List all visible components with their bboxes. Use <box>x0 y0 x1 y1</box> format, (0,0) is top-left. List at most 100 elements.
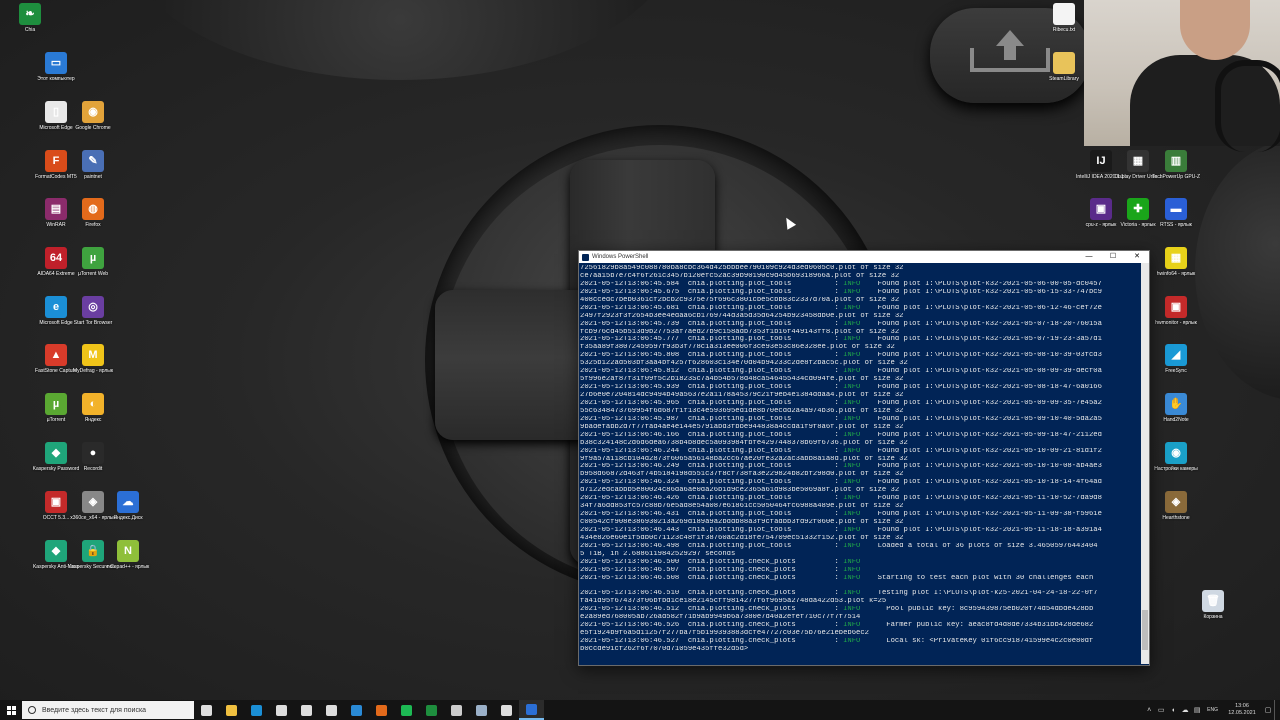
console-line: 55c6348473769954f6d687f1f13c4e593695ed1d… <box>580 408 1140 416</box>
taskbar-app-firefox[interactable] <box>369 700 394 720</box>
app-icon: ▲ <box>45 344 67 366</box>
console-line-message: Starting to test each plot with 30 chall… <box>860 574 1094 582</box>
desktop-icon[interactable]: Ribecu.txt <box>1039 3 1089 33</box>
desktop-icon[interactable]: M MyDefrag - ярлык <box>68 344 118 374</box>
desktop-icon[interactable]: SteamLibrary <box>1039 52 1089 82</box>
desktop-icon[interactable]: ▬ RTSS - ярлык <box>1151 198 1201 228</box>
taskbar-app-spotify[interactable] <box>394 700 419 720</box>
desktop-icon[interactable]: ◍ Firefox <box>68 198 118 228</box>
console-line-text: 434e826e60e1f5db0c71123c48f1f38760ac2d18… <box>580 534 904 542</box>
taskbar-app-edge[interactable] <box>244 700 269 720</box>
console-line: 2021-05-12T13:06:45.584 chia.plotting.pl… <box>580 281 1140 289</box>
desktop-icon[interactable]: ◉ Google Chrome <box>68 101 118 131</box>
taskbar-app-powershell[interactable] <box>519 700 544 720</box>
desktop-icon-label: Hearthstone <box>1162 515 1190 521</box>
chevron-up-icon[interactable]: ˄ <box>1143 707 1155 714</box>
log-level-label: INFO <box>843 415 861 423</box>
desktop-icon[interactable]: ❧ Chia <box>5 3 55 33</box>
console-line-text: e5f1924b9f6a5d11257f277ba7f5b199393883dc… <box>580 630 869 638</box>
taskbar-app-settings[interactable] <box>494 700 519 720</box>
network-icon[interactable]: ▭ <box>1155 706 1167 714</box>
taskbar-app-task-view[interactable] <box>194 700 219 720</box>
desktop-icon[interactable]: ✋ Hand2Note <box>1151 393 1201 423</box>
console-line: 2021-05-12T13:06:45.681 chia.plotting.pl… <box>580 305 1140 313</box>
desktop-icon[interactable]: ◉ Настройки камеры <box>1151 442 1201 472</box>
close-button[interactable]: ✕ <box>1125 251 1149 263</box>
volume-icon[interactable]: ◖ <box>1167 707 1179 714</box>
notification-icon[interactable]: ▤ <box>1191 706 1203 714</box>
taskbar-app-snipping[interactable] <box>319 700 344 720</box>
console-line-text: 9badefabb2d7f77fad4ae4e144e5791abd3fbbe9… <box>580 423 904 431</box>
taskbar-app-file-explorer[interactable] <box>219 700 244 720</box>
taskbar-search[interactable]: Введите здесь текст для поиска <box>22 701 194 719</box>
console-line-text: 2021-05-12T13:06:46.443 chia.plotting.pl… <box>580 526 844 534</box>
app-icon: ◉ <box>1165 442 1187 464</box>
app-icon: ◈ <box>1165 491 1187 513</box>
desktop-icon[interactable]: Nnotepad++ - ярлык <box>103 540 153 570</box>
webcam-headset <box>1215 60 1280 152</box>
start-button[interactable] <box>0 700 22 720</box>
desktop-icon-label: Hand2Note <box>1163 417 1189 423</box>
desktop-icon[interactable]: µ µTorrent Web <box>68 247 118 277</box>
console-output[interactable]: 72561829b8a549c088780ba8cbc364d425bbbee7… <box>579 263 1149 664</box>
console-line-text: c08542cf908e386930213a269d189a9a2bddb88a… <box>580 519 904 526</box>
maximize-button[interactable]: ☐ <box>1101 251 1125 263</box>
console-line-text: 2021-05-12T13:06:46.431 chia.plotting.pl… <box>580 511 844 519</box>
onedrive-icon[interactable]: ☁ <box>1179 706 1191 714</box>
store-icon <box>276 704 287 716</box>
desktop-icon[interactable]: 🗑 Корзина <box>1188 590 1238 620</box>
desktop-icon[interactable]: ▭ Этот компьютер <box>31 52 81 82</box>
app-blue-icon <box>351 704 362 716</box>
console-line-message: Found plot I:\PLOTS\plot-k32-2021-05-11-… <box>860 511 1102 519</box>
console-line: c08542cf908e386930213a269d189a9a2bddb88a… <box>580 519 1140 527</box>
taskbar-app-steam[interactable] <box>469 700 494 720</box>
minimize-button[interactable]: — <box>1077 251 1101 263</box>
desktop-icon[interactable]: ▥ TechPowerUp GPU-Z <box>1151 150 1201 180</box>
app-icon: µ <box>82 247 104 269</box>
console-line-message: Found plot I:\PLOTS\plot-k32-2021-05-06-… <box>860 280 1102 288</box>
taskbar-app-chia[interactable] <box>419 700 444 720</box>
log-level-label: INFO <box>843 479 861 487</box>
powershell-titlebar[interactable]: Windows PowerShell — ☐ ✕ <box>579 251 1149 263</box>
taskbar-app-mail[interactable] <box>294 700 319 720</box>
desktop-icon-label: paintnet <box>84 174 102 180</box>
desktop-icon[interactable]: ☁ Яндекс.Диск <box>103 491 153 521</box>
app-icon: ▬ <box>1165 198 1187 220</box>
console-line: 2021-05-12T13:06:45.739 chia.plotting.pl… <box>580 321 1140 329</box>
show-desktop-button[interactable] <box>1274 700 1280 720</box>
log-level-label: INFO <box>843 352 861 360</box>
console-line-message: Found plot I:\PLOTS\plot-k32-2021-05-08-… <box>860 384 1102 392</box>
language-indicator[interactable]: ENG <box>1207 707 1218 713</box>
console-line-text: 72561829b8a549c088780ba8cbc364d425bbbee7… <box>580 265 904 272</box>
console-line-text: 2021-05-12T13:06:45.808 chia.plotting.pl… <box>580 352 844 360</box>
taskbar-app-app-blue[interactable] <box>344 700 369 720</box>
console-lines: 72561829b8a549c088780ba8cbc364d425bbbee7… <box>580 265 1140 654</box>
desktop-icon[interactable]: ◎ Start Tor Browser <box>68 296 118 326</box>
console-line: 2021-05-12T13:06:46.166 chia.plotting.pl… <box>580 432 1140 440</box>
scrollbar-thumb[interactable] <box>1142 610 1148 650</box>
console-line: b38c324148c2d6d6dea6738b4b8dec5a093984fb… <box>580 440 1140 448</box>
powershell-window[interactable]: Windows PowerShell — ☐ ✕ 72561829b8a549c… <box>578 250 1150 666</box>
console-line-message: Found plot I:\PLOTS\plot-k32-2021-05-06-… <box>860 304 1102 312</box>
desktop-icon[interactable]: ◐ Яндекс <box>68 393 118 423</box>
console-line: 2021-05-12T13:06:45.808 chia.plotting.pl… <box>580 352 1140 360</box>
desktop-icon[interactable]: ✎ paintnet <box>68 150 118 180</box>
action-center-icon[interactable]: ▢ <box>1262 706 1274 714</box>
desktop-icon-label: FreeSync <box>1165 368 1187 374</box>
desktop-icon[interactable]: ◢ FreeSync <box>1151 344 1201 374</box>
log-level-label: INFO <box>843 511 861 519</box>
scrollbar[interactable] <box>1141 263 1149 664</box>
desktop-icon[interactable]: ● Recordit <box>68 442 118 472</box>
clock[interactable]: 13:06 12.05.2021 <box>1222 703 1262 717</box>
taskbar-app-terminal[interactable] <box>444 700 469 720</box>
desktop-icon[interactable]: ▦ hwinfo64 - ярлык <box>1151 247 1201 277</box>
desktop-icon[interactable]: ▣ hwmonitor - ярлык <box>1151 296 1201 326</box>
task-view-icon <box>201 704 212 716</box>
console-line-text: 2021-05-12T13:06:45.965 chia.plotting.pl… <box>580 399 844 407</box>
console-line-text: 2021-05-12T13:06:45.584 chia.plotting.pl… <box>580 280 844 288</box>
console-line: 2021-05-12T13:06:45.965 chia.plotting.pl… <box>580 400 1140 408</box>
taskbar-app-store[interactable] <box>269 700 294 720</box>
console-line-text: 2021-05-12T13:06:45.812 chia.plotting.pl… <box>580 368 844 376</box>
desktop-icon-label: µTorrent Web <box>77 271 109 277</box>
desktop-icon[interactable]: ◈ Hearthstone <box>1151 491 1201 521</box>
